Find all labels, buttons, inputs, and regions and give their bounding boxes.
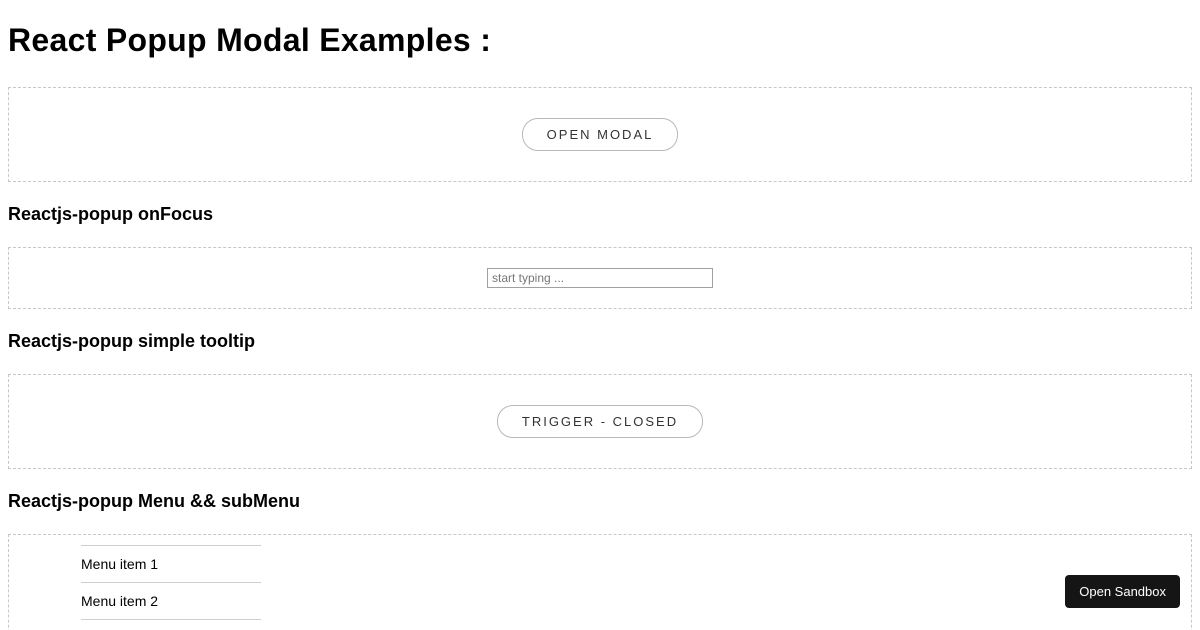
onfocus-example-box bbox=[8, 247, 1192, 309]
tooltip-example-box: TRIGGER - CLOSED bbox=[8, 374, 1192, 469]
onfocus-input[interactable] bbox=[487, 268, 713, 288]
tooltip-heading: Reactjs-popup simple tooltip bbox=[8, 331, 1192, 352]
menu-item[interactable]: Menu item 3 bbox=[81, 620, 261, 630]
page-title: React Popup Modal Examples : bbox=[8, 22, 1192, 59]
open-modal-button[interactable]: OPEN MODAL bbox=[522, 118, 679, 151]
menu-example-box: Menu item 1 Menu item 2 Menu item 3 bbox=[8, 534, 1192, 630]
onfocus-heading: Reactjs-popup onFocus bbox=[8, 204, 1192, 225]
open-sandbox-button[interactable]: Open Sandbox bbox=[1065, 575, 1180, 608]
menu-item[interactable]: Menu item 1 bbox=[81, 545, 261, 583]
modal-example-box: OPEN MODAL bbox=[8, 87, 1192, 182]
menu-heading: Reactjs-popup Menu && subMenu bbox=[8, 491, 1192, 512]
menu-list: Menu item 1 Menu item 2 Menu item 3 bbox=[81, 545, 261, 630]
tooltip-trigger-button[interactable]: TRIGGER - CLOSED bbox=[497, 405, 703, 438]
menu-item[interactable]: Menu item 2 bbox=[81, 583, 261, 620]
